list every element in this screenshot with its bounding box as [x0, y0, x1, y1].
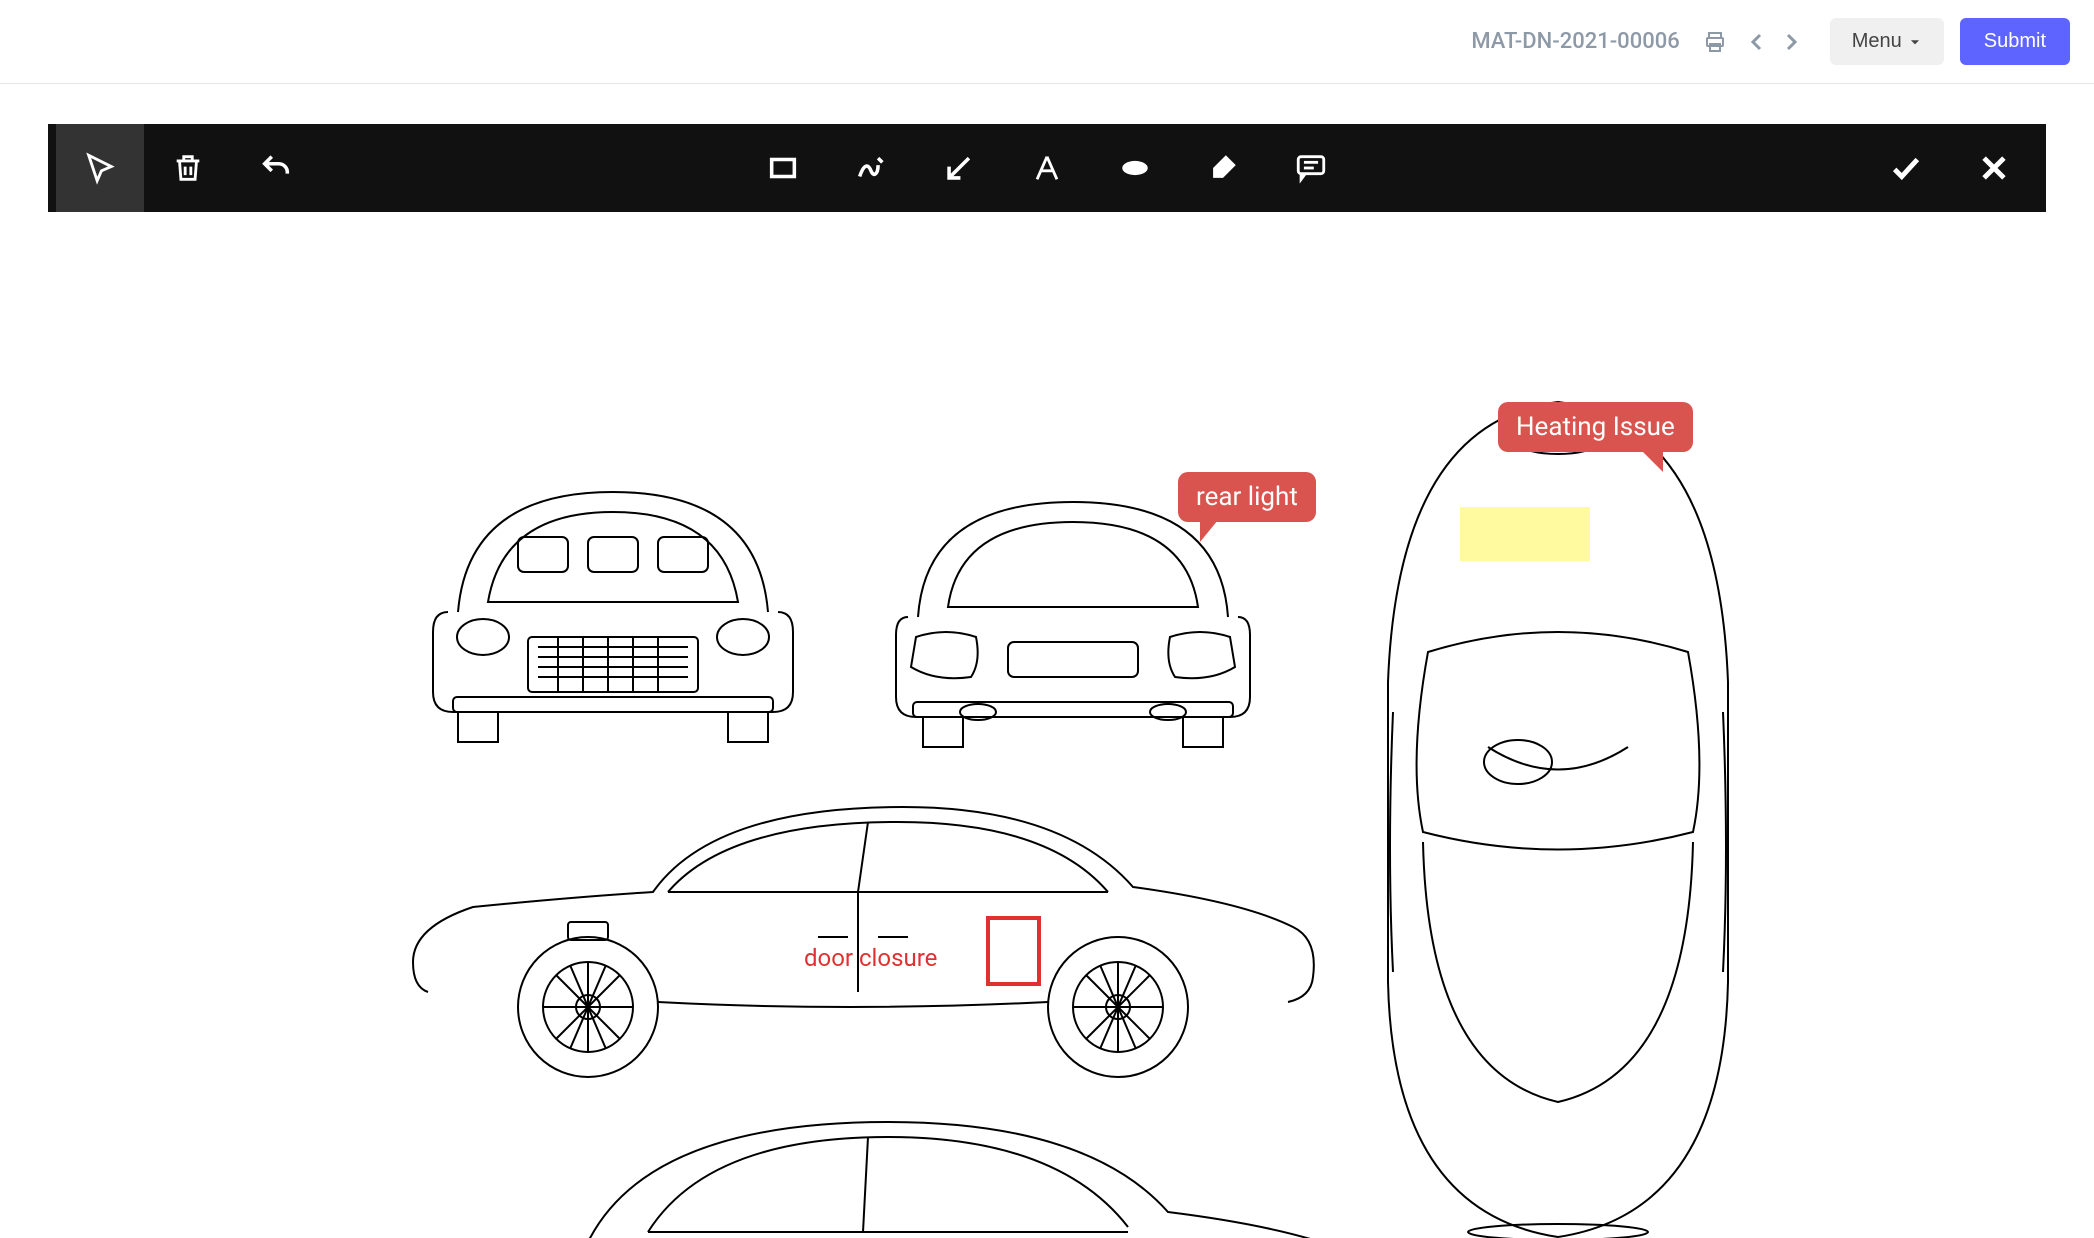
next-button[interactable] [1776, 27, 1806, 57]
x-icon [1977, 151, 2011, 185]
scribble-icon [854, 151, 888, 185]
annotation-door-closure-label[interactable]: door closure [804, 944, 937, 972]
text-icon [1030, 151, 1064, 185]
menu-button[interactable]: Menu [1830, 18, 1944, 65]
draw-tool-button[interactable] [827, 124, 915, 212]
page-header: MAT-DN-2021-00006 Menu Submit [0, 0, 2094, 84]
print-button[interactable] [1700, 27, 1730, 57]
annotation-label: rear light [1196, 482, 1298, 512]
close-button[interactable] [1950, 124, 2038, 212]
cursor-icon [83, 151, 117, 185]
check-icon [1889, 151, 1923, 185]
annotation-heating-issue[interactable]: Heating Issue [1498, 402, 1693, 452]
menu-label: Menu [1852, 30, 1902, 53]
accept-button[interactable] [1862, 124, 1950, 212]
undo-icon [259, 151, 293, 185]
caret-down-icon [1908, 35, 1922, 49]
chevron-left-icon [1745, 30, 1769, 54]
chevron-right-icon [1779, 30, 1803, 54]
annotation-door-closure-box[interactable] [986, 916, 1041, 986]
annotation-rear-light[interactable]: rear light [1178, 472, 1316, 522]
highlighter-icon [1206, 151, 1240, 185]
cursor-tool-button[interactable] [56, 124, 144, 212]
rectangle-icon [766, 151, 800, 185]
ellipse-icon [1118, 151, 1152, 185]
car-side-view [398, 782, 1318, 1082]
arrow-tool-button[interactable] [915, 124, 1003, 212]
undo-tool-button[interactable] [232, 124, 320, 212]
highlight-tool-button[interactable] [1179, 124, 1267, 212]
nav-arrow-group [1742, 27, 1806, 57]
annotation-canvas[interactable]: rear light Heating Issue door closure [48, 212, 2046, 1238]
toolbar-center-group [739, 124, 1355, 212]
ellipse-tool-button[interactable] [1091, 124, 1179, 212]
comment-icon [1294, 151, 1328, 185]
printer-icon [1703, 30, 1727, 54]
car-side-view-partial [468, 1092, 1368, 1238]
document-id: MAT-DN-2021-00006 [1471, 29, 1679, 54]
text-tool-button[interactable] [1003, 124, 1091, 212]
rectangle-tool-button[interactable] [739, 124, 827, 212]
annotation-label: Heating Issue [1516, 412, 1675, 442]
prev-button[interactable] [1742, 27, 1772, 57]
delete-tool-button[interactable] [144, 124, 232, 212]
comment-tool-button[interactable] [1267, 124, 1355, 212]
car-front-view [418, 452, 808, 752]
annotation-toolbar [48, 124, 2046, 212]
annotation-highlight-hood[interactable] [1460, 507, 1590, 561]
submit-button[interactable]: Submit [1960, 18, 2070, 65]
trash-icon [171, 151, 205, 185]
arrow-icon [942, 151, 976, 185]
